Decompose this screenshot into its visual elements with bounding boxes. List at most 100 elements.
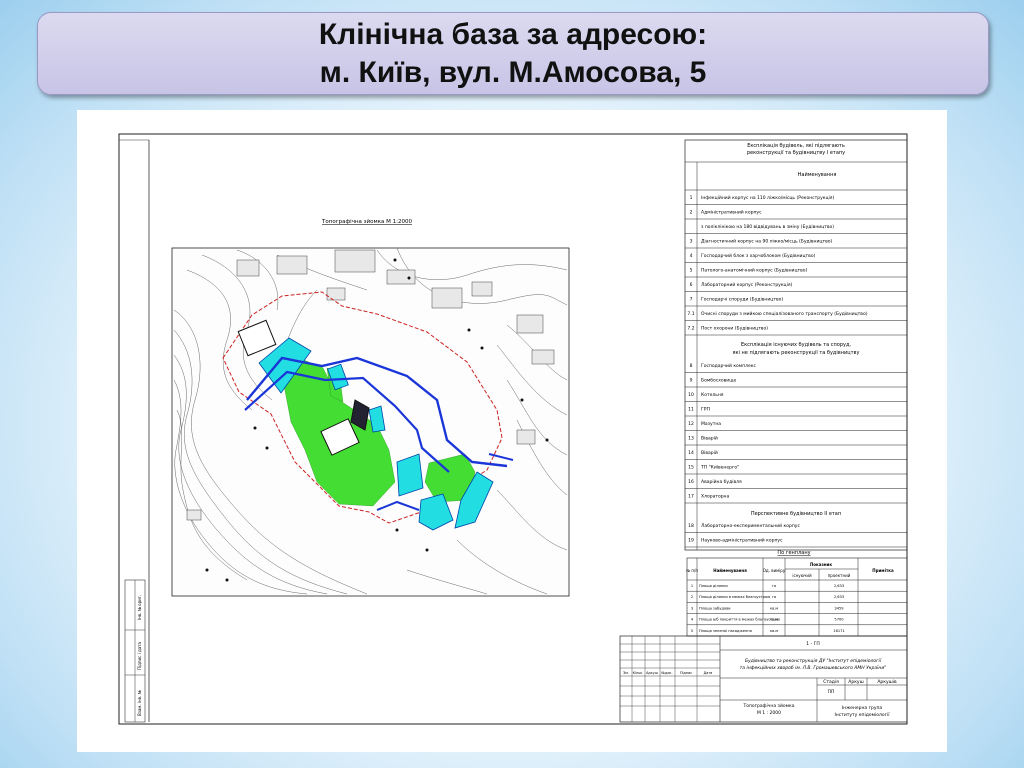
row-number: 5 — [690, 267, 693, 273]
table-row: 7.2 Пост охорони (Будівництво) — [685, 325, 907, 336]
stamp-sheets-label: Аркушів — [877, 679, 897, 685]
row-number: 15 — [688, 464, 694, 470]
indicator-name: Площа забудови — [699, 606, 731, 610]
row-name: ТП "Київенерго" — [700, 464, 739, 470]
row-name: Очисні споруди з мийкою спеціалізованого… — [701, 310, 868, 317]
ind-h-unit: Од. виміру — [763, 568, 786, 573]
side-label-1: Підпис і дата — [137, 642, 142, 671]
stage1-rows: 1 Інфекційний корпус на 110 ліжко/місць (… — [685, 194, 907, 336]
stamp-col-0: Зм. — [623, 671, 629, 675]
row-name: з поліклінікою на 180 відвідувань в змін… — [701, 224, 834, 230]
row-name: Хлораторна — [701, 493, 729, 499]
row-name: Інфекційний корпус на 110 ліжко/місць (Р… — [701, 194, 834, 201]
stamp-col-3: №док. — [661, 671, 672, 675]
row-name: Котельня — [701, 392, 724, 398]
stamp-project-2: та інфекційних хвороб ім. Л.В. Громашевс… — [740, 665, 887, 671]
row-number: 7.1 — [687, 311, 694, 317]
indicator-row: 5 Площа зеленої насадження кв.м 16171 — [687, 629, 907, 637]
indicator-unit: кв.м — [770, 606, 778, 610]
row-number: 3 — [690, 238, 693, 244]
map-caption: Топографічна зйомка М 1:2000 — [321, 218, 412, 225]
site-plan-svg: Інв. № ориг. Підпис і дата Взам. інв. № … — [118, 133, 908, 725]
row-number: 16 — [688, 479, 694, 485]
row-name: Лабораторно-експериментальний корпус — [701, 522, 800, 529]
ind-h-no: № п/п — [686, 568, 698, 573]
stamp-sheet-label: Аркуш — [848, 679, 863, 685]
row-name: Віварій — [701, 434, 718, 441]
explication-header-1: Експлікація будівель, які підлягають — [747, 143, 845, 149]
row-number: 7 — [690, 296, 693, 302]
table-row: 15 ТП "Київенерго" — [685, 464, 907, 475]
table-row: з поліклінікою на 180 відвідувань в змін… — [685, 224, 907, 234]
indicator-project: 5700 — [834, 618, 844, 622]
indicator-name: Площа ділянки — [699, 584, 728, 588]
row-number: 4 — [690, 253, 693, 259]
stamp-col-2: Аркуш — [646, 671, 658, 675]
indicator-row: 3 Площа забудови кв.м 3459 — [687, 606, 907, 614]
indicator-name: Площа a/б покриття в межах благоустрою — [699, 618, 780, 622]
ind-h-indicators: Показник — [810, 562, 832, 567]
table-row: 10 Котельня — [685, 392, 907, 402]
row-number: 14 — [688, 450, 694, 456]
indicator-unit: га — [772, 584, 776, 588]
indicator-no: 1 — [691, 584, 693, 588]
stamp-org-2: Інституту епідеміології — [834, 712, 890, 718]
table-row: 8 Господарчий комплекс — [685, 362, 907, 373]
row-name: Господарчий блок з харчоблоком (Будівниц… — [701, 252, 816, 259]
stamp-org-1: Інженерна група — [842, 705, 883, 711]
slide-title-line-2: м. Київ, вул. М.Амосова, 5 — [319, 56, 707, 89]
site-plan-drawing: Інв. № ориг. Підпис і дата Взам. інв. № … — [77, 110, 947, 752]
stamp-col-5: Дата — [704, 671, 713, 675]
row-number: 6 — [690, 282, 693, 288]
row-number: 10 — [688, 392, 694, 398]
stamp-stage-label: Стадія — [823, 679, 839, 685]
ind-h-project: проектний — [828, 573, 851, 578]
indicator-no: 4 — [691, 618, 694, 622]
indicator-unit: кв.м — [770, 618, 778, 622]
name-header: Найменування — [798, 171, 837, 178]
row-number: 9 — [690, 377, 693, 383]
indicator-row: 4 Площа a/б покриття в межах благоустроюк… — [687, 618, 907, 626]
indicator-no: 3 — [691, 606, 693, 610]
indicator-project: 2,633 — [834, 595, 844, 599]
stamp-project-1: Будівництво та реконструкція ДУ "Інститу… — [745, 658, 882, 664]
indicator-row: 1 Площа ділянки га 2,633 — [687, 584, 907, 592]
row-name: Господарчі споруди (Будівництво) — [701, 296, 783, 302]
side-label-2: Взам. інв. № — [137, 690, 142, 716]
indicator-rows: 1 Площа ділянки га 2,633 2 Площа ділянки в ме… — [687, 584, 907, 637]
indicator-project: 2,633 — [834, 584, 844, 588]
table-row: 9 Бомбосховище — [685, 377, 907, 388]
row-number: 1 — [690, 195, 693, 201]
table-row: 1 Інфекційний корпус на 110 ліжко/місць (… — [685, 194, 907, 205]
indicator-project: 16171 — [833, 629, 844, 633]
row-name: Адміністративний корпус — [701, 208, 762, 215]
indicator-row: 2 Площа ділянки в межах благоустрою га 2,63… — [687, 595, 907, 603]
row-number: 18 — [688, 523, 694, 529]
table-row: 6 Лабораторний корпус (Реконструкція) — [685, 281, 907, 292]
row-number: 7.2 — [687, 325, 694, 331]
ind-h-existing: існуючий — [792, 573, 812, 578]
row-number: 12 — [688, 421, 694, 427]
table-row: 11 ГРП — [685, 406, 907, 417]
ind-h-name: Найменування — [713, 568, 747, 573]
row-number: 17 — [688, 493, 694, 499]
indicator-name: Площа ділянки в межах благоустрою — [699, 595, 770, 599]
table-row: 18 Лабораторно-експериментальний корпус — [685, 522, 907, 533]
indicator-unit: кв.м — [770, 629, 778, 633]
stamp-col-4: Підпис — [680, 671, 692, 675]
slide-title-line-1: Клінічна база за адресою: — [318, 18, 708, 51]
explication-table: Експлікація будівель, які підлягають рек… — [684, 139, 908, 551]
stamp-col-1: Кільк. — [633, 671, 644, 675]
existing-header-1: Експлікація існуючих будівель та споруд, — [741, 342, 851, 348]
table-row: 13 Віварій — [685, 434, 907, 446]
row-number: 19 — [688, 537, 694, 543]
table-row: 17 Хлораторна — [685, 493, 907, 504]
row-name: Віварій — [701, 449, 718, 456]
indicator-no: 5 — [691, 629, 693, 633]
prospective-header: Перспективне будівництво ІІ етап — [751, 511, 841, 517]
explication-header-2: реконструкції та будівництву І етапу — [747, 150, 845, 156]
stamp-sheet-title-2: М 1 : 2000 — [757, 710, 781, 716]
indicator-name: Площа зеленої насадження — [699, 629, 752, 633]
table-row: 5 Патолого-анатомічний корпус (Будівництв… — [685, 266, 907, 278]
table-row: 2 Адміністративний корпус — [685, 208, 907, 220]
